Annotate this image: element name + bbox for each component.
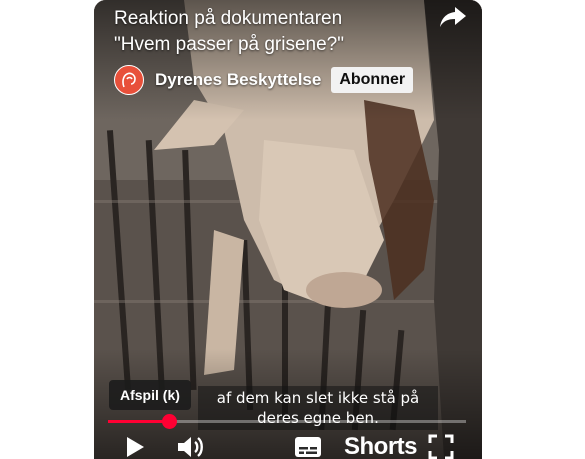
video-title[interactable]: Reaktion på dokumentaren "Hvem passer på… — [114, 6, 434, 58]
progress-scrubber[interactable] — [161, 414, 177, 429]
fullscreen-button[interactable] — [428, 432, 454, 459]
play-icon — [127, 437, 144, 457]
avatar-logo-icon — [116, 67, 142, 93]
fullscreen-icon — [428, 434, 454, 459]
shorts-player[interactable]: Reaktion på dokumentaren "Hvem passer på… — [94, 0, 482, 459]
captions-button[interactable] — [294, 432, 322, 459]
channel-row: Dyrenes Beskyttelse Abonner — [114, 64, 414, 96]
progress-bar[interactable] — [108, 414, 466, 429]
captions-icon — [295, 437, 321, 457]
video-title-line-1: Reaktion på dokumentaren — [114, 8, 343, 29]
play-button[interactable] — [124, 432, 146, 459]
shorts-label[interactable]: Shorts — [344, 432, 418, 459]
share-icon — [440, 7, 466, 27]
channel-avatar[interactable] — [114, 65, 144, 95]
channel-name[interactable]: Dyrenes Beskyttelse — [155, 70, 321, 90]
caption-line-1: af dem kan slet ikke stå på — [216, 389, 420, 407]
play-tooltip: Afspil (k) — [109, 380, 191, 410]
volume-icon — [178, 437, 203, 457]
video-title-line-2: "Hvem passer på grisene?" — [114, 34, 344, 55]
subscribe-button[interactable]: Abonner — [331, 67, 414, 93]
volume-button[interactable] — [176, 432, 204, 459]
progress-fill — [108, 420, 169, 423]
share-button[interactable] — [436, 4, 470, 30]
